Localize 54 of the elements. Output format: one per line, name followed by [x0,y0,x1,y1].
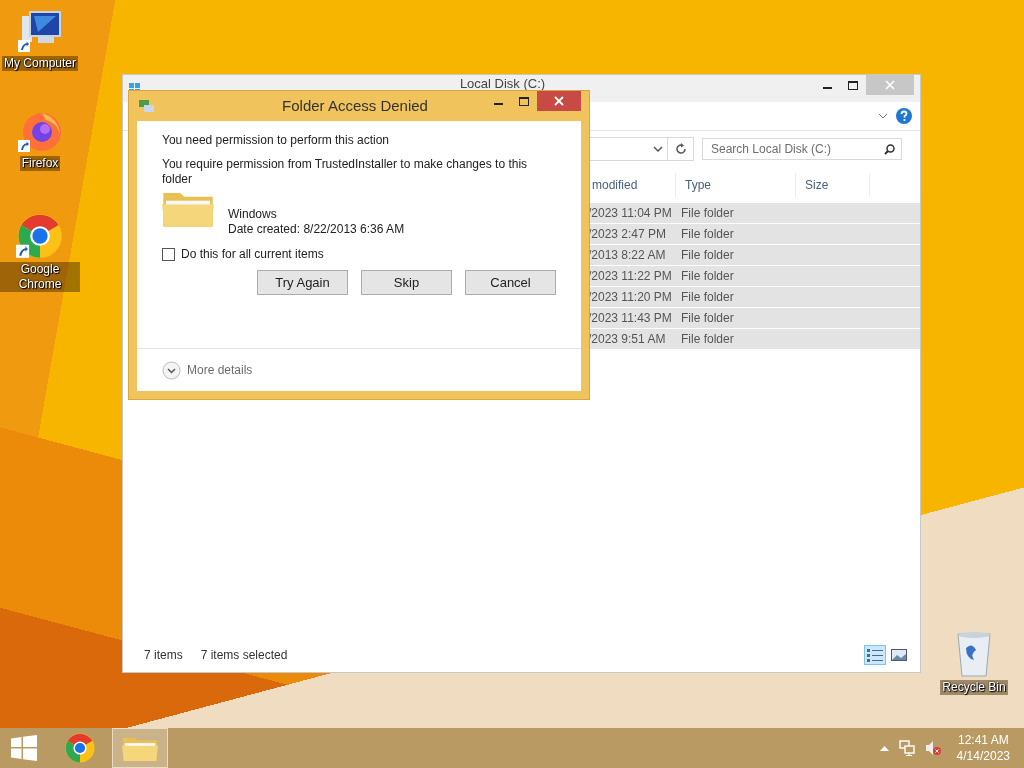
item-count: 7 items [144,648,183,662]
search-field[interactable]: Search Local Disk (C:) [702,138,902,160]
close-button[interactable] [537,91,581,111]
column-header[interactable]: Type [676,173,796,197]
more-details-button[interactable]: More details [162,360,253,380]
dialog-heading: You need permission to perform this action [162,133,390,148]
selection-count: 7 items selected [200,648,288,662]
details-view-icon [867,648,883,662]
type-cell-text: File folder [680,247,735,264]
dialog-button[interactable]: Cancel [465,270,556,295]
network-icon[interactable] [898,740,915,756]
computer-icon [18,10,62,54]
search-icon[interactable] [884,144,895,155]
clock-date: 4/14/2023 [956,748,1010,764]
refresh-icon [674,143,687,155]
type-cell-text: File folder [680,205,735,222]
help-icon[interactable] [896,108,912,124]
dialog-button[interactable]: Try Again [257,270,348,295]
desktop-icon-label[interactable]: My Computer [2,56,78,71]
dialog-message: You require permission from TrustedInstaller to make changes to this folder [162,157,529,187]
expand-icon [162,360,181,380]
type-cell-text: File folder [680,331,735,348]
close-icon [885,80,895,90]
chrome-icon [16,212,64,260]
recycle-bin-icon [954,630,994,678]
picture-view-icon [891,649,907,661]
chevron-down-icon[interactable] [878,113,888,119]
window-title: Local Disk (C:) [458,76,547,91]
chrome-icon [64,732,96,764]
desktop-icon-label[interactable]: Recycle Bin [940,680,1008,695]
desktop-icon-label[interactable]: Google Chrome [0,262,80,292]
chevron-down-icon[interactable] [653,146,663,152]
windows-logo-icon [11,735,37,761]
minimize-icon [822,87,832,89]
maximize-icon [519,96,529,106]
type-cell-text: File folder [680,310,735,327]
maximize-icon [848,80,858,90]
type-cell-text: File folder [680,226,735,243]
dialog-button[interactable]: Skip [361,270,452,295]
clock-time: 12:41 AM [957,732,1009,748]
dialog-title: Folder Access Denied [281,97,429,114]
folder-name: Windows [228,207,278,222]
checkbox[interactable] [162,248,175,261]
desktop-icon-label[interactable]: Firefox [19,156,61,171]
firefox-icon [18,110,62,154]
minimize-icon [493,103,503,105]
close-icon [554,96,564,106]
details-view-button[interactable] [864,645,886,665]
type-cell-text: File folder [680,268,735,285]
file-transfer-icon [139,99,155,113]
column-header[interactable]: Size [796,173,870,197]
speaker-muted-icon[interactable] [924,740,941,756]
type-cell-text: File folder [680,289,735,306]
show-hidden-icons-icon[interactable] [879,745,889,751]
